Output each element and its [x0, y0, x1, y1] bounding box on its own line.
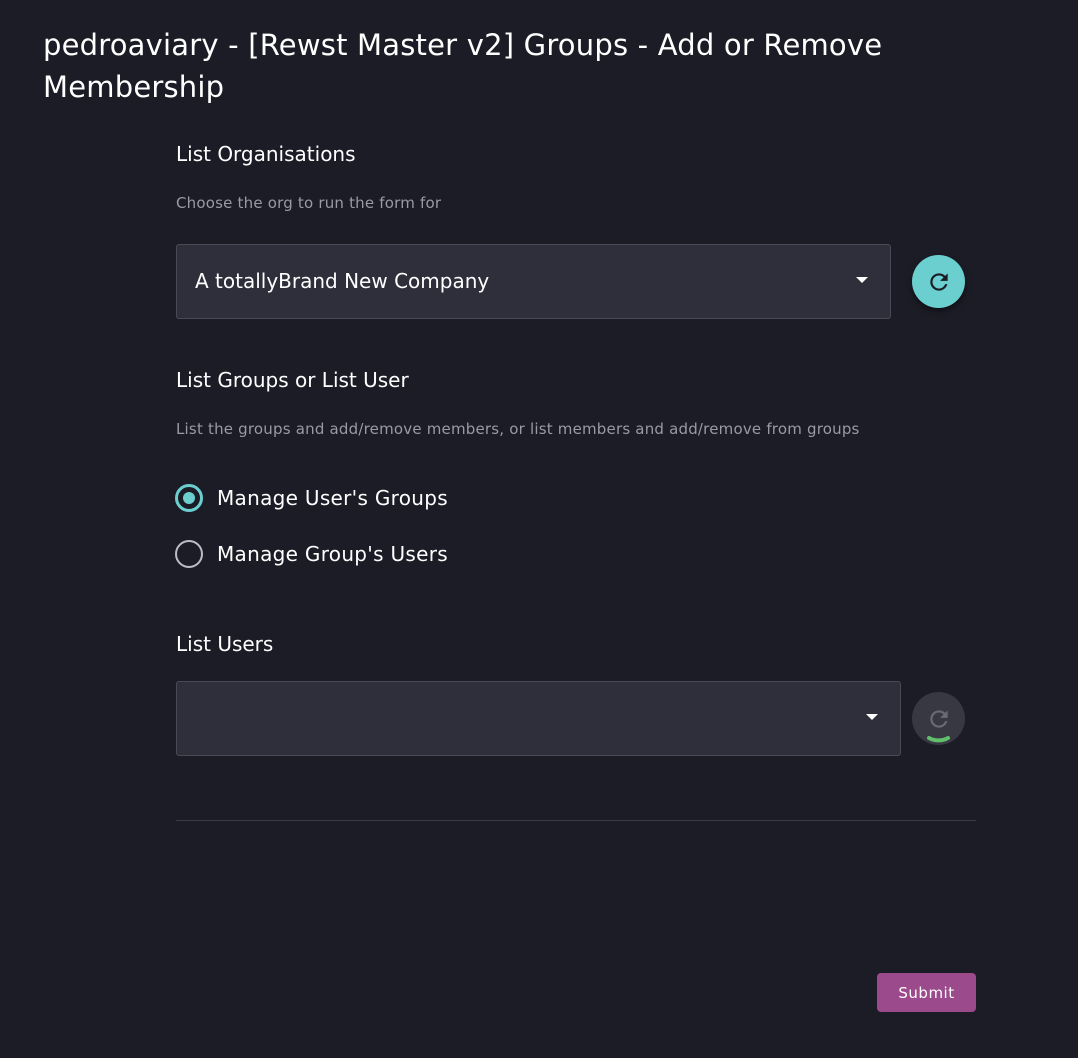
chevron-down-icon [866, 714, 878, 720]
loading-spinner-icon [927, 736, 950, 743]
refresh-icon [929, 272, 948, 291]
radio-label: Manage Group's Users [217, 542, 448, 566]
org-refresh-button[interactable] [912, 255, 965, 308]
users-section-heading: List Users [176, 632, 274, 656]
mode-section-description: List the groups and add/remove members, … [176, 420, 860, 438]
form-page: pedroaviary - [Rewst Master v2] Groups -… [0, 0, 1078, 1058]
form-divider [176, 820, 976, 821]
users-select[interactable] [176, 681, 901, 756]
org-select[interactable]: A totallyBrand New Company [176, 244, 891, 319]
users-refresh-button[interactable] [912, 692, 965, 745]
radio-option-manage-groups-users[interactable]: Manage Group's Users [175, 540, 448, 568]
radio-button-unchecked[interactable] [175, 540, 203, 568]
page-title: pedroaviary - [Rewst Master v2] Groups -… [43, 28, 883, 104]
org-section-description: Choose the org to run the form for [176, 194, 442, 212]
mode-section-heading: List Groups or List User [176, 368, 409, 392]
radio-option-manage-users-groups[interactable]: Manage User's Groups [175, 484, 448, 512]
radio-button-checked[interactable] [175, 484, 203, 512]
org-section-heading: List Organisations [176, 142, 356, 166]
radio-label: Manage User's Groups [217, 486, 448, 510]
org-select-value: A totallyBrand New Company [195, 269, 490, 293]
radio-dot [183, 492, 195, 504]
submit-button[interactable]: Submit [877, 973, 976, 1012]
chevron-down-icon [856, 277, 868, 283]
